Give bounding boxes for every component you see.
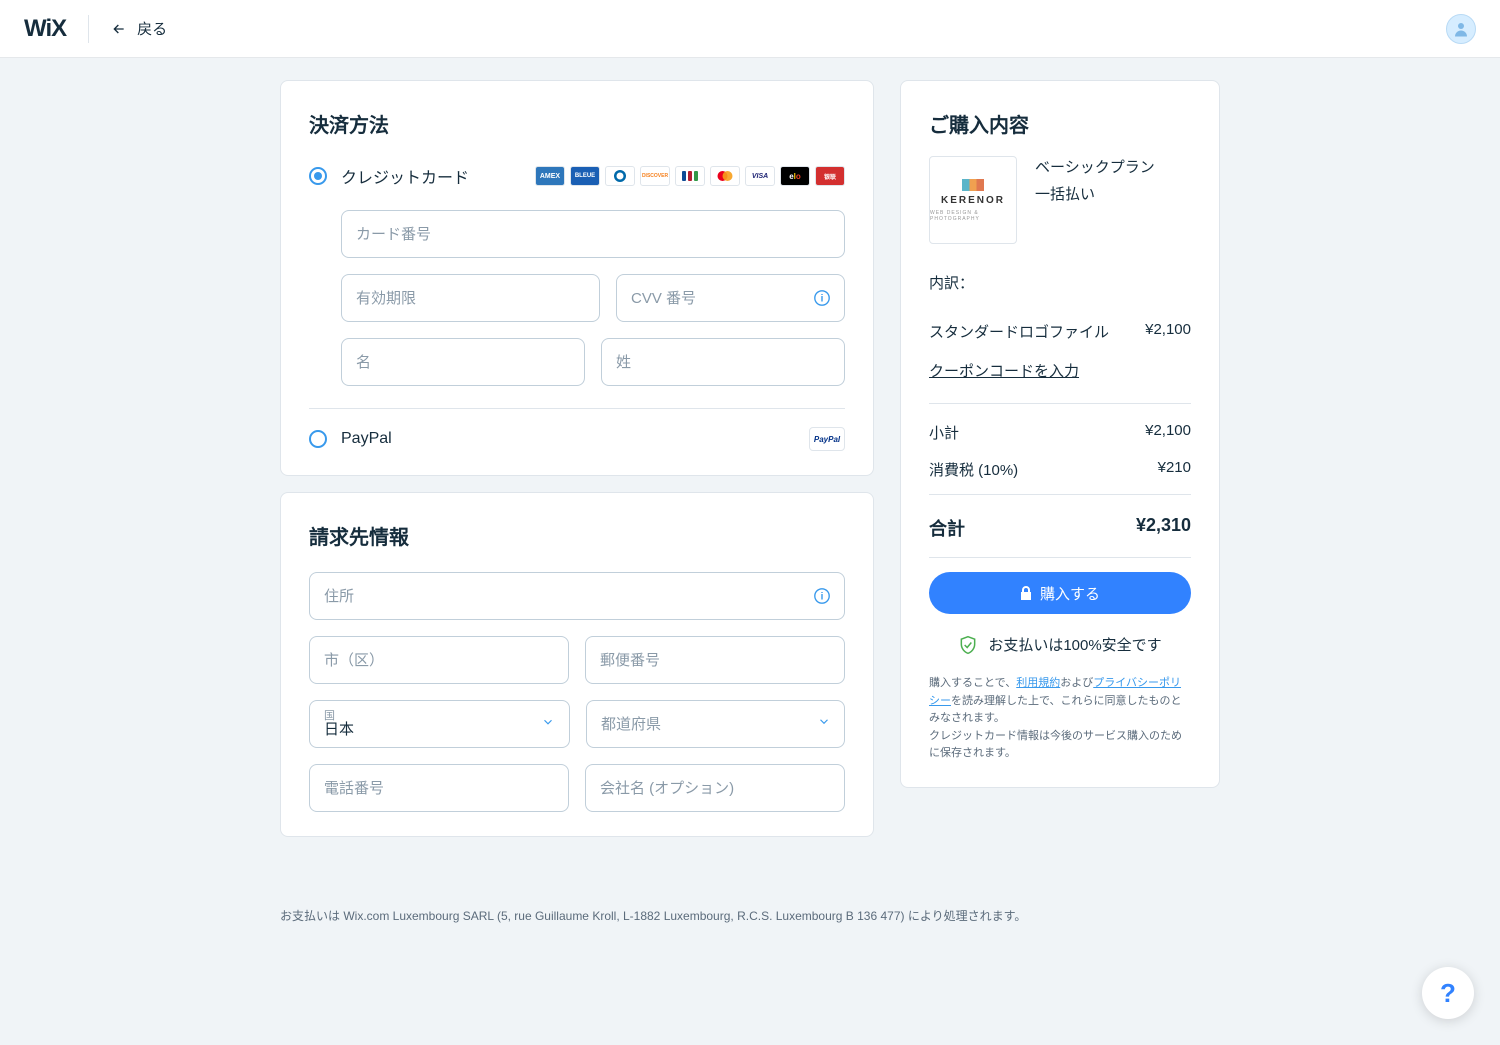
summary-divider-3 xyxy=(929,557,1191,558)
back-label: 戻る xyxy=(137,18,167,39)
visa-icon: VISA xyxy=(745,166,775,186)
city-input[interactable] xyxy=(309,636,569,684)
summary-divider-2 xyxy=(929,494,1191,495)
expiry-input[interactable] xyxy=(341,274,600,322)
thumb-logo-text: KERENOR xyxy=(941,195,1005,206)
unionpay-icon: 银联 xyxy=(815,166,845,186)
tax-label: 消費税 (10%) xyxy=(929,459,1018,480)
country-select[interactable]: 国 日本 xyxy=(309,700,570,748)
jcb-icon xyxy=(675,166,705,186)
address-info-icon[interactable]: i xyxy=(813,587,831,605)
safe-label: お支払いは100%安全です xyxy=(988,634,1161,655)
wix-logo: WiX xyxy=(24,15,66,43)
legal-text: 購入することで、利用規約およびプライバシーポリシーを読み理解した上で、これらに同… xyxy=(929,675,1191,763)
radio-paypal[interactable] xyxy=(309,430,327,448)
prefecture-select[interactable] xyxy=(586,700,845,748)
paypal-option[interactable]: PayPal PayPal xyxy=(309,427,845,451)
diners-icon xyxy=(605,166,635,186)
help-button[interactable]: ? xyxy=(1422,967,1474,1019)
cartebleue-icon: BLEUE xyxy=(570,166,600,186)
amex-icon: AMEX xyxy=(535,166,565,186)
safe-note: お支払いは100%安全です xyxy=(929,634,1191,655)
header-divider xyxy=(88,15,89,43)
first-name-input[interactable] xyxy=(341,338,585,386)
buy-label: 購入する xyxy=(1040,583,1100,604)
subtotal-label: 小計 xyxy=(929,422,959,443)
prefecture-input[interactable] xyxy=(586,700,845,748)
discover-icon: DISCOVER xyxy=(640,166,670,186)
item-price: ¥2,100 xyxy=(1145,321,1191,342)
last-name-input[interactable] xyxy=(601,338,845,386)
thumb-logo-sub: WEB DESIGN & PHOTOGRAPHY xyxy=(930,210,1016,222)
company-input[interactable] xyxy=(585,764,845,812)
lock-icon xyxy=(1020,586,1032,600)
item-label: スタンダードロゴファイル xyxy=(929,321,1109,342)
total-value: ¥2,310 xyxy=(1136,515,1191,541)
cvv-input[interactable] xyxy=(616,274,845,322)
payment-method-card: 決済方法 クレジットカード AMEX BLEUE DISCOVER VISA e… xyxy=(280,80,874,476)
summary-divider xyxy=(929,403,1191,404)
address-input[interactable] xyxy=(309,572,845,620)
arrow-left-icon xyxy=(111,21,127,37)
buy-button[interactable]: 購入する xyxy=(929,572,1191,614)
user-icon xyxy=(1452,20,1470,38)
subtotal-value: ¥2,100 xyxy=(1145,422,1191,443)
avatar[interactable] xyxy=(1446,14,1476,44)
postal-input[interactable] xyxy=(585,636,845,684)
payment-divider xyxy=(309,408,845,409)
country-value: 日本 xyxy=(324,718,354,739)
coupon-link[interactable]: クーポンコードを入力 xyxy=(929,350,1191,397)
card-brands: AMEX BLEUE DISCOVER VISA elo 银联 xyxy=(535,166,845,186)
payment-title: 決済方法 xyxy=(309,109,845,138)
cvv-info-icon[interactable]: i xyxy=(813,289,831,307)
paypal-label: PayPal xyxy=(341,430,392,448)
paypal-icon: PayPal xyxy=(809,427,845,451)
card-number-input[interactable] xyxy=(341,210,845,258)
terms-link[interactable]: 利用規約 xyxy=(1016,677,1060,689)
back-button[interactable]: 戻る xyxy=(111,18,167,39)
cc-option[interactable]: クレジットカード AMEX BLEUE DISCOVER VISA elo 银联 xyxy=(309,160,845,192)
footer-note: お支払いは Wix.com Luxembourg SARL (5, rue Gu… xyxy=(280,907,1220,924)
total-label: 合計 xyxy=(929,515,965,541)
billing-card: 請求先情報 i 国 日本 xyxy=(280,492,874,837)
elo-icon: elo xyxy=(780,166,810,186)
plan-thumbnail: KERENOR WEB DESIGN & PHOTOGRAPHY xyxy=(929,156,1017,244)
summary-card: ご購入内容 KERENOR WEB DESIGN & PHOTOGRAPHY ベ… xyxy=(900,80,1220,788)
mastercard-icon xyxy=(710,166,740,186)
top-header: WiX 戻る xyxy=(0,0,1500,58)
plan-term: 一括払い xyxy=(1035,183,1155,204)
radio-cc[interactable] xyxy=(309,167,327,185)
shield-check-icon xyxy=(958,635,978,655)
plan-name: ベーシックプラン xyxy=(1035,156,1155,177)
svg-text:i: i xyxy=(821,294,824,305)
svg-text:i: i xyxy=(821,592,824,603)
billing-title: 請求先情報 xyxy=(309,521,845,550)
tax-value: ¥210 xyxy=(1158,459,1191,480)
phone-input[interactable] xyxy=(309,764,569,812)
cc-label: クレジットカード xyxy=(341,164,469,188)
summary-title: ご購入内容 xyxy=(929,109,1191,138)
breakdown-label: 内訳： xyxy=(929,272,1191,293)
chevron-down-icon xyxy=(541,715,555,733)
